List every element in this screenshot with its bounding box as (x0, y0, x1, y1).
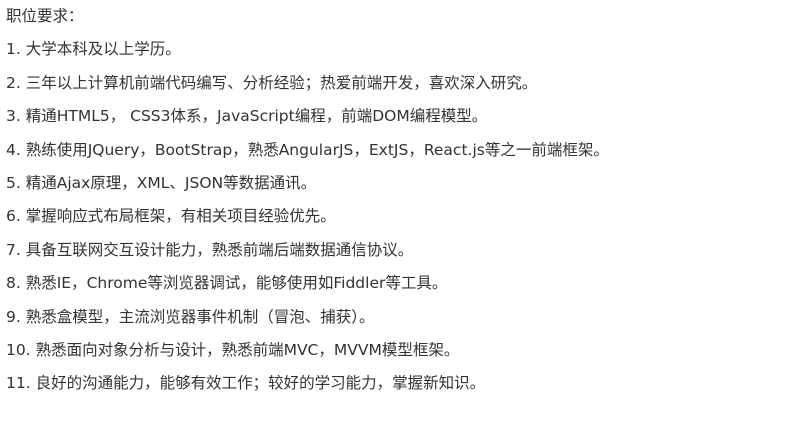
requirement-item-6: 6. 掌握响应式布局框架，有相关项目经验优先。 (6, 207, 336, 226)
job-requirements-document: 职位要求： 1. 大学本科及以上学历。 2. 三年以上计算机前端代码编写、分析经… (0, 0, 785, 422)
requirement-item-4: 4. 熟练使用JQuery，BootStrap，熟悉AngularJS，ExtJ… (6, 140, 609, 159)
requirement-item-2: 2. 三年以上计算机前端代码编写、分析经验；热爱前端开发，喜欢深入研究。 (6, 73, 538, 92)
requirement-item-8: 8. 熟悉IE，Chrome等浏览器调试，能够使用如Fiddler等工具。 (6, 274, 448, 293)
requirement-item-3: 3. 精通HTML5， CSS3体系，JavaScript编程，前端DOM编程模… (6, 107, 488, 126)
requirement-item-11: 11. 良好的沟通能力，能够有效工作；较好的学习能力，掌握新知识。 (6, 374, 486, 393)
requirement-item-7: 7. 具备互联网交互设计能力，熟悉前端后端数据通信协议。 (6, 240, 414, 259)
requirement-item-9: 9. 熟悉盒模型，主流浏览器事件机制（冒泡、捕获）。 (6, 307, 375, 326)
requirements-list: 1. 大学本科及以上学历。 2. 三年以上计算机前端代码编写、分析经验；热爱前端… (6, 39, 785, 393)
requirement-item-5: 5. 精通Ajax原理，XML、JSON等数据通讯。 (6, 173, 317, 192)
requirement-item-1: 1. 大学本科及以上学历。 (6, 40, 181, 59)
requirement-item-10: 10. 熟悉面向对象分析与设计，熟悉前端MVC，MVVM模型框架。 (6, 340, 460, 359)
requirements-heading: 职位要求： (6, 7, 84, 25)
